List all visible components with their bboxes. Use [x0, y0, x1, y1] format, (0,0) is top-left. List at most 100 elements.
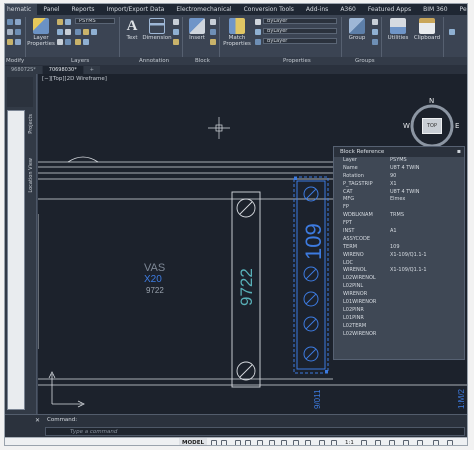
plus-icon[interactable]	[375, 440, 381, 445]
property-row[interactable]: L02PINL	[334, 283, 464, 291]
table-icon[interactable]	[173, 29, 179, 35]
grid-icon[interactable]	[211, 440, 217, 445]
layer-delete-icon[interactable]	[75, 39, 81, 45]
scale-icon[interactable]	[15, 39, 21, 45]
layer-walk-icon[interactable]	[91, 29, 97, 35]
property-row[interactable]: L02WIRENOL	[334, 275, 464, 283]
property-row[interactable]: LOC	[334, 260, 464, 268]
close-icon[interactable]: ✕	[35, 417, 40, 424]
gear-icon[interactable]	[361, 440, 367, 445]
doc-tab-1[interactable]: 968072S*	[5, 66, 42, 74]
property-value[interactable]: X1-109/Q1.1-1	[386, 252, 464, 260]
property-value[interactable]: 109	[386, 244, 464, 252]
layer-unisolate-icon[interactable]	[57, 39, 63, 45]
tab-bim-360[interactable]: BIM 360	[417, 4, 453, 15]
property-value[interactable]	[386, 315, 464, 323]
mirror-icon[interactable]	[15, 29, 21, 35]
viewcube[interactable]: N W E TOP	[402, 94, 462, 154]
property-value[interactable]: X1	[386, 181, 464, 189]
group-edit-icon[interactable]	[372, 29, 378, 35]
tab-performance[interactable]: Performance	[454, 4, 467, 15]
property-value[interactable]: 90	[386, 173, 464, 181]
property-row[interactable]: ASSYCODE	[334, 236, 464, 244]
clipboard-button[interactable]: Clipboard	[413, 18, 441, 41]
group-select-icon[interactable]	[372, 39, 378, 45]
property-value[interactable]: A1	[386, 228, 464, 236]
property-row[interactable]: WIRENOL X1-109/Q1.1-1	[334, 267, 464, 275]
leader-icon[interactable]	[173, 19, 179, 25]
lineweight-icon[interactable]	[255, 29, 261, 35]
layer-current-icon[interactable]	[65, 39, 71, 45]
property-value[interactable]: TRMS	[386, 212, 464, 220]
layer-isolate-icon[interactable]	[65, 19, 71, 25]
property-row[interactable]: L02PINR	[334, 307, 464, 315]
create-block-icon[interactable]	[210, 19, 216, 25]
property-value[interactable]	[386, 260, 464, 268]
utilities-button[interactable]: Utilities	[385, 18, 411, 41]
property-value[interactable]: U8T 4 TWIN	[386, 189, 464, 197]
property-value[interactable]	[386, 283, 464, 291]
tab-add-ins[interactable]: Add-ins	[300, 4, 334, 15]
command-input[interactable]: Type a command	[45, 427, 465, 436]
property-value[interactable]	[386, 307, 464, 315]
property-row[interactable]: WIRENOR	[334, 291, 464, 299]
isolate-objects-icon[interactable]	[389, 440, 395, 445]
viewcube-top-face[interactable]: TOP	[422, 118, 442, 134]
match-properties-button[interactable]: Match Properties	[222, 18, 252, 47]
tab-location-view[interactable]: Location View	[28, 158, 34, 193]
group-button[interactable]: Group	[345, 18, 369, 41]
compass-e[interactable]: E	[455, 122, 459, 130]
view-icon[interactable]	[449, 29, 455, 35]
property-row[interactable]: CAT U8T 4 TWIN	[334, 189, 464, 197]
menu-icon[interactable]	[447, 440, 453, 445]
panel-modify[interactable]: Modify	[6, 57, 24, 65]
property-value[interactable]	[386, 291, 464, 299]
property-row[interactable]: Rotation 90	[334, 173, 464, 181]
text-button[interactable]: A Text	[122, 18, 142, 41]
insert-button[interactable]: Insert	[186, 18, 208, 41]
ortho-icon[interactable]	[235, 440, 241, 445]
layer-off-icon[interactable]	[57, 19, 63, 25]
grip-handle[interactable]	[294, 177, 297, 180]
property-row[interactable]: L02TERM	[334, 323, 464, 331]
property-value[interactable]	[386, 331, 464, 339]
property-row[interactable]: L02WIRENOR	[334, 331, 464, 339]
annotation-scale[interactable]: 1:1	[345, 438, 354, 445]
tab-projects[interactable]: Projects	[28, 114, 34, 134]
property-value[interactable]: Elmex	[386, 196, 464, 204]
layer-freeze-icon[interactable]	[57, 29, 63, 35]
property-value[interactable]	[386, 299, 464, 307]
property-value[interactable]	[386, 204, 464, 212]
property-row[interactable]: P_TAGSTRIP X1	[334, 181, 464, 189]
panel-layers[interactable]: Layers	[71, 57, 89, 65]
snap-icon[interactable]	[221, 440, 227, 445]
property-value[interactable]	[386, 220, 464, 228]
property-row[interactable]: Layer PSYMS	[334, 157, 464, 165]
new-tab-button[interactable]: +	[83, 66, 100, 74]
property-value[interactable]	[386, 323, 464, 331]
color-combo[interactable]: ByLayer	[263, 18, 337, 24]
panel-block[interactable]: Block	[195, 57, 210, 65]
compass-n[interactable]: N	[429, 97, 434, 105]
layer-lock-icon[interactable]	[65, 29, 71, 35]
tab-panel[interactable]: Panel	[37, 4, 65, 15]
property-value[interactable]	[386, 275, 464, 283]
property-row[interactable]: WDBLKNAM TRMS	[334, 212, 464, 220]
move-icon[interactable]	[7, 19, 13, 25]
layer-match-icon[interactable]	[75, 29, 81, 35]
property-value[interactable]: U8T 4 TWIN	[386, 165, 464, 173]
layer-merge-icon[interactable]	[83, 39, 89, 45]
tab-a360[interactable]: A360	[334, 4, 362, 15]
auto-scale-icon[interactable]	[331, 440, 337, 445]
property-value[interactable]: X1-109/Q1.1-1	[386, 267, 464, 275]
otrack-icon[interactable]	[269, 440, 275, 445]
doc-tab-2[interactable]: 70698030*	[42, 66, 83, 74]
markup-icon[interactable]	[173, 39, 179, 45]
rotate-icon[interactable]	[15, 19, 21, 25]
osnap-icon[interactable]	[257, 440, 263, 445]
ungroup-icon[interactable]	[372, 19, 378, 25]
property-row[interactable]: MFG Elmex	[334, 196, 464, 204]
tab-conversion-tools[interactable]: Conversion Tools	[238, 4, 300, 15]
property-row[interactable]: TERM 109	[334, 244, 464, 252]
dimension-button[interactable]: Dimension	[142, 18, 172, 41]
